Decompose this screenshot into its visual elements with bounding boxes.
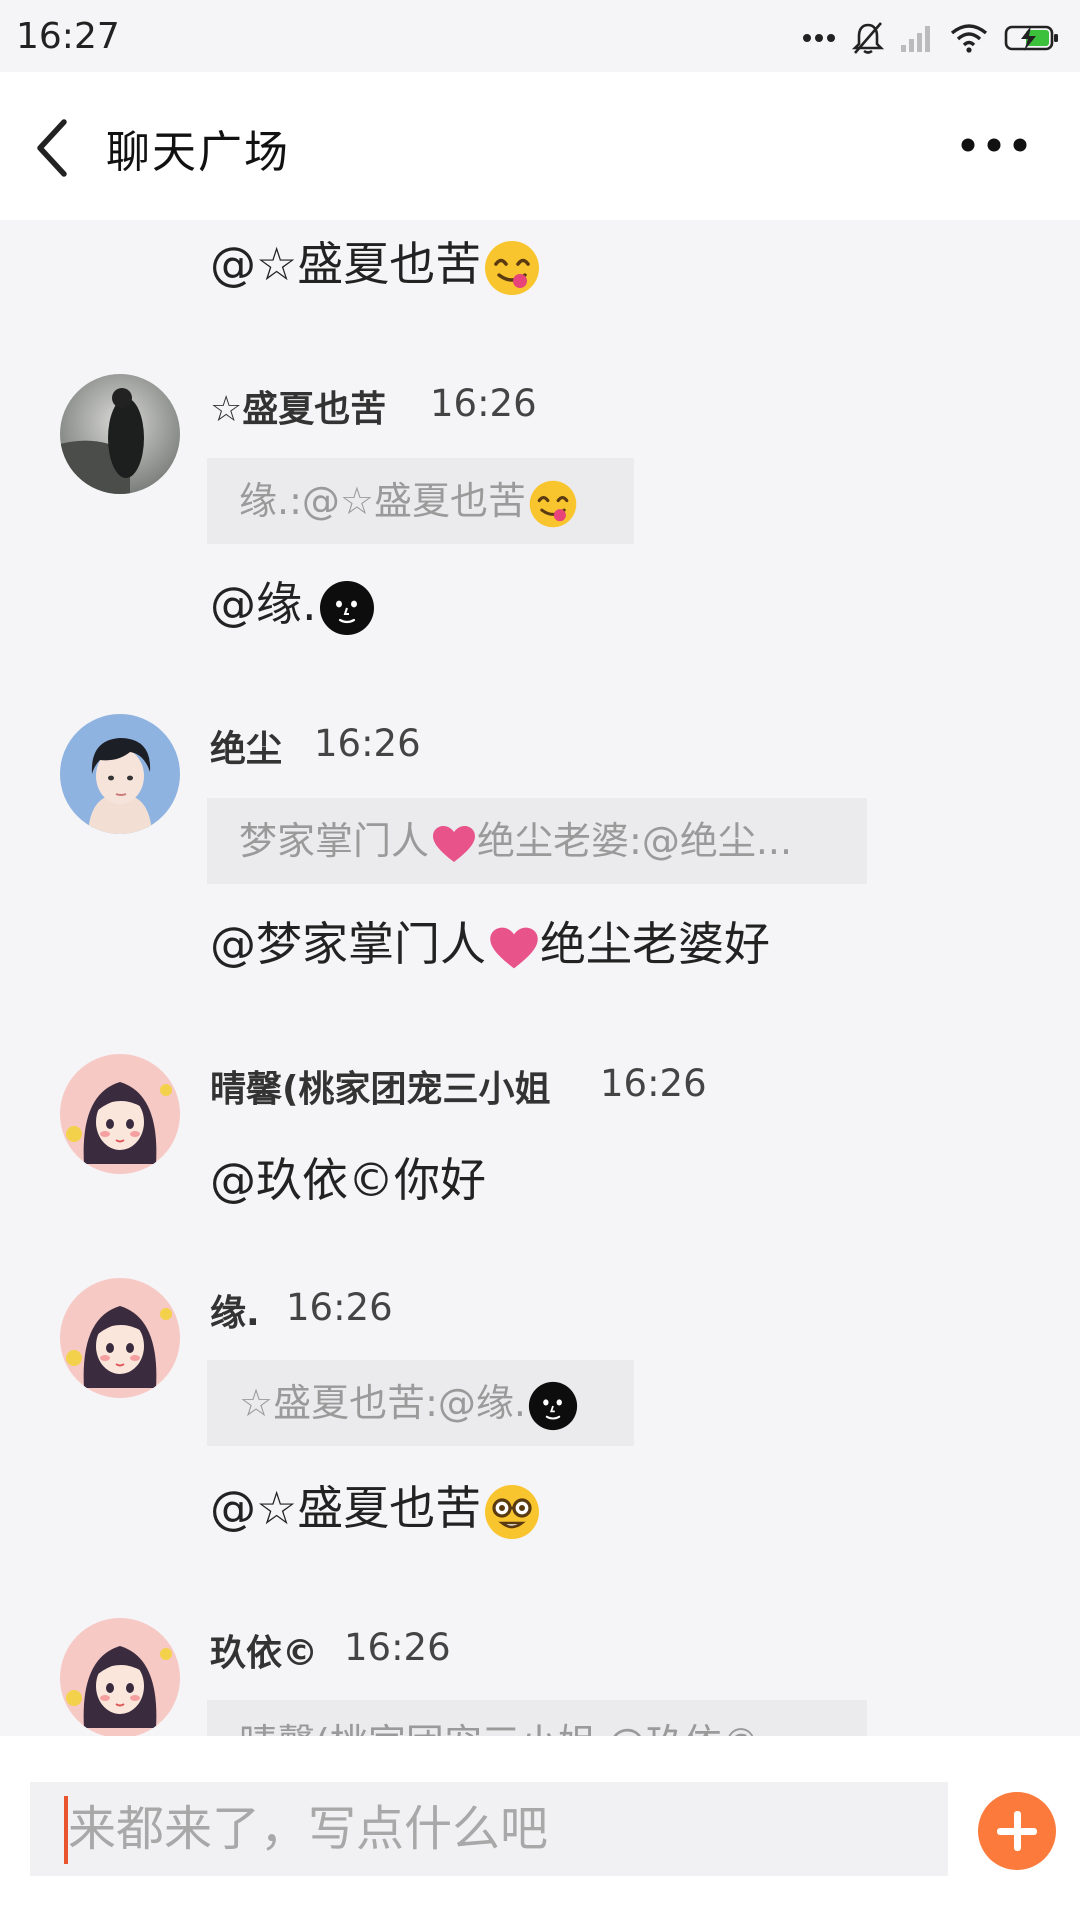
avatar[interactable] <box>60 1618 180 1736</box>
message-text: @缘. <box>210 568 375 636</box>
message-text: @☆盛夏也苦 <box>210 228 541 297</box>
page-title: 聊天广场 <box>106 127 290 178</box>
signal-icon <box>901 26 930 52</box>
message-text: @梦家掌门人 绝尘老婆好 <box>210 917 770 971</box>
sender-name: ☆盛夏也苦 <box>210 389 387 430</box>
quoted-message[interactable]: ☆盛夏也苦:@缘. <box>207 1360 634 1446</box>
wifi-icon <box>950 24 988 53</box>
avatar[interactable] <box>60 714 180 834</box>
yum-face-emoji <box>529 480 577 527</box>
yum-face-emoji <box>485 240 540 295</box>
message-time: 16:26 <box>314 722 421 765</box>
quoted-message[interactable]: 梦家掌门人 绝尘老婆:@绝尘... <box>207 798 867 884</box>
status-time: 16:27 <box>16 16 120 57</box>
message-input-bar <box>0 1736 1080 1920</box>
back-button[interactable] <box>34 118 74 178</box>
battery-charging-icon <box>1004 25 1058 51</box>
sender-name: 缘. <box>210 1293 260 1334</box>
quoted-message[interactable]: 缘.:@☆盛夏也苦 <box>207 458 634 544</box>
avatar[interactable] <box>60 1278 180 1398</box>
plus-circle-icon[interactable] <box>978 1792 1056 1870</box>
nerd-face-emoji <box>485 1484 540 1539</box>
header: 聊天广场 <box>0 72 1080 220</box>
avatar[interactable] <box>60 1054 180 1174</box>
more-button[interactable] <box>956 130 1036 160</box>
quoted-message[interactable]: 晴馨(桃家团宠三小姐 @玖依© <box>207 1700 867 1736</box>
message-time: 16:26 <box>344 1626 451 1669</box>
more-horizontal-icon <box>961 138 1027 152</box>
message-input[interactable] <box>30 1782 948 1876</box>
message-time: 16:26 <box>600 1062 707 1105</box>
message-text: @☆盛夏也苦 <box>210 1472 541 1541</box>
chevron-left-icon <box>37 119 67 177</box>
message-text: @玖依©你好 <box>210 1153 486 1207</box>
sender-name: 绝尘 <box>210 729 283 770</box>
avatar[interactable] <box>60 374 180 494</box>
text-caret <box>64 1796 68 1864</box>
status-bar: 16:27 <box>0 0 1080 72</box>
sender-name: 晴馨(桃家团宠三小姐 <box>210 1069 551 1110</box>
new-moon-face-emoji <box>319 580 374 635</box>
message-time: 16:26 <box>430 382 537 425</box>
status-icons <box>802 18 1060 58</box>
chat-message-list[interactable]: @☆盛夏也苦 ☆盛夏也苦 16:26 缘.:@☆盛夏也苦 @缘. 绝尘 16:2… <box>0 220 1080 1736</box>
pink-heart-emoji <box>490 927 538 968</box>
sender-name: 玖依© <box>210 1633 319 1674</box>
pink-heart-emoji <box>433 825 476 862</box>
new-moon-face-emoji <box>528 1381 578 1430</box>
message-time: 16:26 <box>286 1286 393 1329</box>
bell-muted-icon <box>852 22 884 54</box>
more-dots-icon <box>803 34 835 42</box>
